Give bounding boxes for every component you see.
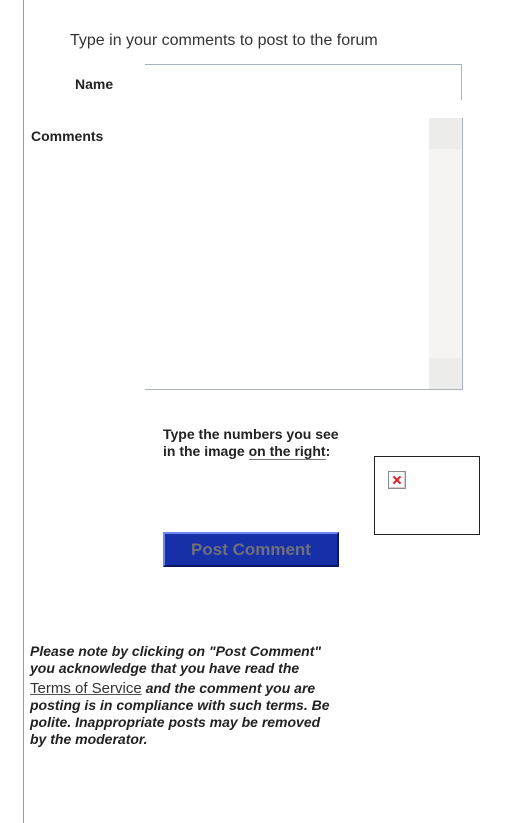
name-field[interactable] — [145, 64, 462, 100]
comments-textarea[interactable] — [145, 118, 429, 389]
captcha-instructions-underlined: on the right — [248, 443, 326, 460]
name-label: Name — [75, 76, 114, 92]
terms-of-service-link[interactable]: Terms of Service — [30, 680, 142, 697]
scrollbar-down-area[interactable] — [429, 358, 462, 389]
form-intro: Type in your comments to post to the for… — [70, 32, 378, 49]
post-comment-button[interactable]: Post Comment — [163, 532, 339, 567]
comments-label: Comments — [31, 128, 104, 144]
terms-notice: Please note by clicking on "Post Comment… — [30, 643, 330, 748]
captcha-instructions-colon: : — [325, 443, 331, 459]
comments-container — [145, 118, 463, 390]
comments-scrollbar[interactable] — [429, 118, 462, 389]
broken-image-icon — [388, 471, 406, 489]
left-divider — [23, 0, 24, 823]
captcha-image-frame — [374, 456, 480, 535]
scrollbar-up-area[interactable] — [429, 118, 462, 149]
terms-notice-intro: Please note by clicking on "Post Comment… — [30, 643, 322, 676]
captcha-instructions: Type the numbers you see in the image on… — [163, 426, 345, 460]
